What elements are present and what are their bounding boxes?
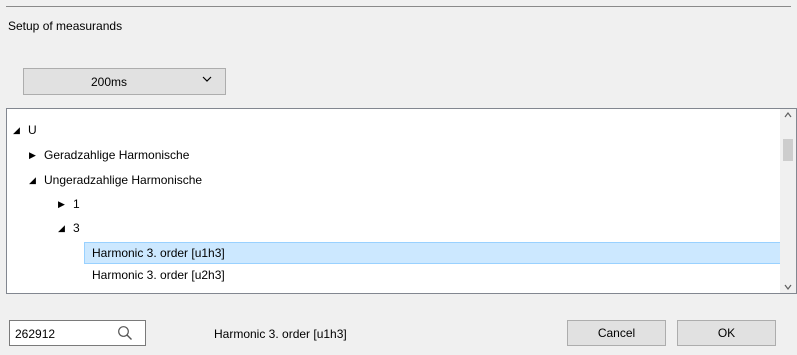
tree-node-u[interactable]: ◢ U xyxy=(13,121,37,140)
dialog-title: Setup of measurands xyxy=(8,19,123,33)
tree-node-label: 3 xyxy=(73,221,80,235)
tree-node-label: Harmonic 3. order [u1h3] xyxy=(92,246,225,260)
search-box[interactable] xyxy=(9,320,146,346)
search-input[interactable] xyxy=(13,325,112,343)
expanded-triangle-icon[interactable]: ◢ xyxy=(58,219,69,238)
tree-node-harmonic-u1h3[interactable]: Harmonic 3. order [u1h3] xyxy=(84,242,785,264)
tree-scrollbar[interactable] xyxy=(780,109,796,293)
collapsed-triangle-icon[interactable]: ▶ xyxy=(29,146,40,165)
magnifier-icon[interactable] xyxy=(117,325,133,341)
tree-node-geradzahlige-harmonische[interactable]: ▶ Geradzahlige Harmonische xyxy=(29,146,189,165)
scrollbar-thumb[interactable] xyxy=(783,139,793,161)
tree-node-harmonic-u2h3[interactable]: Harmonic 3. order [u2h3] xyxy=(85,266,225,285)
selected-measurand-label: Harmonic 3. order [u1h3] xyxy=(214,327,347,341)
scroll-up-icon[interactable] xyxy=(784,111,792,119)
tree-node-label: 1 xyxy=(73,197,80,211)
top-divider xyxy=(6,6,791,7)
measurand-tree[interactable]: ◢ U ▶ Geradzahlige Harmonische ◢ Ungeradzah… xyxy=(6,108,797,294)
scroll-down-icon[interactable] xyxy=(784,283,792,291)
tree-node-label: Geradzahlige Harmonische xyxy=(44,148,190,162)
tree-node-label: Ungeradzahlige Harmonische xyxy=(44,173,203,187)
cancel-button[interactable]: Cancel xyxy=(567,320,666,346)
ok-button[interactable]: OK xyxy=(677,320,776,346)
interval-dropdown[interactable]: 200ms xyxy=(23,68,226,95)
expanded-triangle-icon[interactable]: ◢ xyxy=(13,121,24,140)
tree-node-ungeradzahlige-harmonische[interactable]: ◢ Ungeradzahlige Harmonische xyxy=(29,171,202,190)
tree-node-label: U xyxy=(28,123,37,137)
tree-node-3[interactable]: ◢ 3 xyxy=(58,219,80,238)
chevron-down-icon xyxy=(202,76,212,82)
tree-node-label: Harmonic 3. order [u2h3] xyxy=(92,268,225,282)
interval-value: 200ms xyxy=(90,75,128,89)
tree-node-1[interactable]: ▶ 1 xyxy=(58,195,80,214)
collapsed-triangle-icon[interactable]: ▶ xyxy=(58,195,69,214)
expanded-triangle-icon[interactable]: ◢ xyxy=(29,171,40,190)
